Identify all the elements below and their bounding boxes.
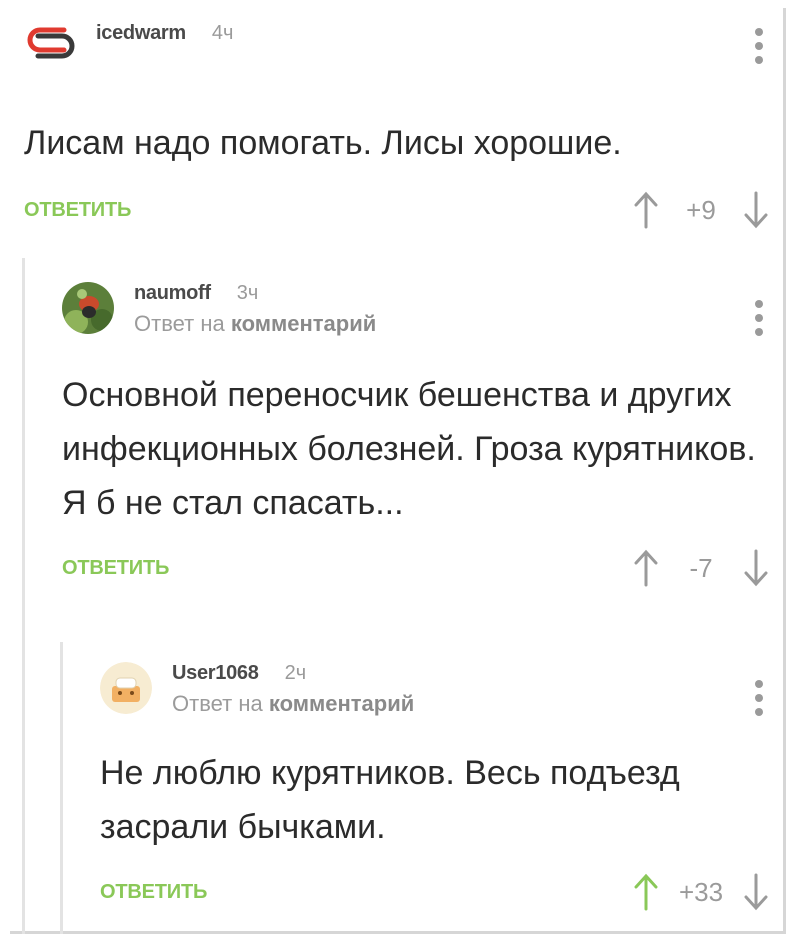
arrow-down-icon[interactable]	[736, 548, 776, 588]
reply-to: Ответ на комментарий	[172, 691, 414, 717]
score: +9	[686, 194, 716, 225]
vote-controls: +33	[626, 872, 776, 912]
comment-meta: icedwarm 4ч	[96, 22, 233, 45]
arrow-up-icon[interactable]	[626, 548, 666, 588]
comment-meta: naumoff 3ч Ответ на комментарий	[134, 282, 376, 337]
comment: naumoff 3ч Ответ на комментарий Основной…	[62, 282, 784, 588]
comment: icedwarm 4ч Лисам надо помогать. Лисы хо…	[24, 22, 784, 230]
comment-header: icedwarm 4ч	[24, 22, 784, 78]
comment-actions: ОТВЕТИТЬ -7	[62, 548, 784, 588]
comment-text: Не люблю курятников. Весь подъезд засрал…	[100, 754, 680, 846]
arrow-down-icon[interactable]	[736, 190, 776, 230]
username[interactable]: naumoff	[134, 282, 211, 305]
timestamp: 2ч	[284, 662, 307, 684]
thread-line	[60, 642, 63, 934]
username[interactable]: icedwarm	[96, 22, 186, 45]
vote-controls: -7	[626, 548, 776, 588]
more-vert-icon[interactable]	[754, 680, 764, 716]
reply-button[interactable]: ОТВЕТИТЬ	[24, 199, 131, 222]
comment-actions: ОТВЕТИТЬ +9	[24, 190, 784, 230]
username[interactable]: User1068	[172, 662, 259, 685]
arrow-up-icon[interactable]	[626, 190, 666, 230]
reply-to: Ответ на комментарий	[134, 311, 376, 337]
comment-text: Основной переносчик бешенства и других и…	[62, 376, 756, 522]
vote-controls: +9	[626, 190, 776, 230]
reply-button[interactable]: ОТВЕТИТЬ	[62, 557, 169, 580]
comment: User1068 2ч Ответ на комментарий Не любл…	[100, 662, 784, 912]
reply-prefix: Ответ на	[134, 311, 225, 336]
comment-meta: User1068 2ч Ответ на комментарий	[172, 662, 414, 717]
avatar[interactable]	[100, 662, 152, 714]
avatar[interactable]	[62, 282, 114, 334]
reply-target-link[interactable]: комментарий	[269, 691, 414, 716]
arrow-up-icon[interactable]	[626, 872, 666, 912]
score: +33	[678, 876, 724, 907]
timestamp: 3ч	[236, 282, 259, 304]
more-vert-icon[interactable]	[754, 28, 764, 64]
comment-text: Лисам надо помогать. Лисы хорошие.	[24, 124, 622, 162]
timestamp: 4ч	[211, 22, 234, 44]
comment-actions: ОТВЕТИТЬ +33	[100, 872, 784, 912]
site-logo-icon[interactable]	[24, 22, 78, 62]
comment-header: naumoff 3ч Ответ на комментарий	[62, 282, 784, 338]
thread-line	[22, 258, 25, 934]
score: -7	[689, 552, 713, 583]
reply-target-link[interactable]: комментарий	[231, 311, 376, 336]
comment-header: User1068 2ч Ответ на комментарий	[100, 662, 784, 718]
reply-button[interactable]: ОТВЕТИТЬ	[100, 881, 207, 904]
arrow-down-icon[interactable]	[736, 872, 776, 912]
reply-prefix: Ответ на	[172, 691, 263, 716]
more-vert-icon[interactable]	[754, 300, 764, 336]
